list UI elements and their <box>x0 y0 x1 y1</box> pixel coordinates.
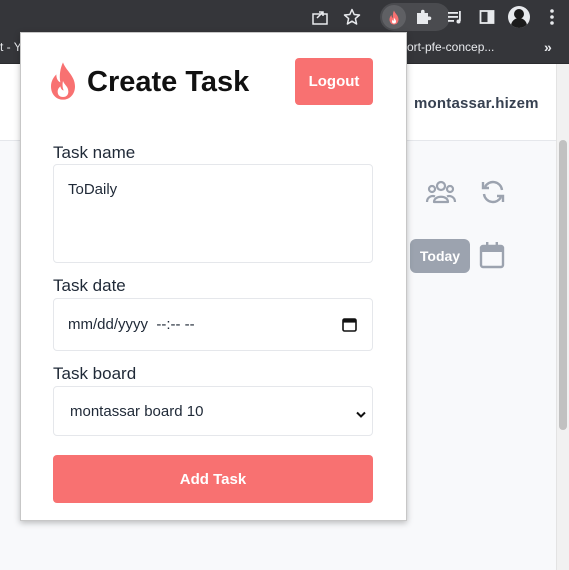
task-board-select[interactable]: montassar board 10 <box>53 386 373 436</box>
chevron-down-icon <box>356 406 366 424</box>
task-date-label: Task date <box>53 276 126 295</box>
task-name-input[interactable]: ToDaily <box>53 164 373 263</box>
profile-avatar[interactable] <box>508 6 530 28</box>
fire-logo-icon <box>47 61 79 101</box>
date-picker-icon[interactable] <box>342 317 357 337</box>
username[interactable]: montassar.hizem <box>414 95 539 112</box>
sidepanel-icon[interactable] <box>476 6 498 28</box>
browser-toolbar <box>0 0 569 34</box>
scrollbar-thumb[interactable] <box>559 140 567 430</box>
task-board-label: Task board <box>53 364 137 383</box>
users-group-icon[interactable] <box>425 178 457 211</box>
fire-extension-icon[interactable] <box>382 5 406 29</box>
bookmarks-more-icon[interactable]: » <box>544 39 552 55</box>
puzzle-icon[interactable] <box>412 6 434 28</box>
media-playlist-icon[interactable] <box>444 6 466 28</box>
popup-title: Create Task <box>87 66 250 98</box>
create-task-popup: Create Task Logout Task name ToDaily Tas… <box>20 32 407 521</box>
share-icon[interactable] <box>309 6 331 28</box>
refresh-icon[interactable] <box>479 178 507 211</box>
star-icon[interactable] <box>341 6 363 28</box>
bookmark-item-right[interactable]: ort-pfe-concep... <box>407 40 494 54</box>
task-date-input[interactable]: mm/dd/yyyy --:-- -- <box>53 298 373 351</box>
task-name-value: ToDaily <box>68 181 118 198</box>
task-date-placeholder: mm/dd/yyyy --:-- -- <box>68 316 195 333</box>
calendar-icon[interactable] <box>479 241 505 274</box>
kebab-menu-icon[interactable] <box>541 6 563 28</box>
task-name-label: Task name <box>53 143 136 162</box>
add-task-button[interactable]: Add Task <box>53 455 373 503</box>
today-button[interactable]: Today <box>410 239 470 273</box>
logout-button[interactable]: Logout <box>295 58 373 105</box>
task-board-value: montassar board 10 <box>70 403 204 420</box>
